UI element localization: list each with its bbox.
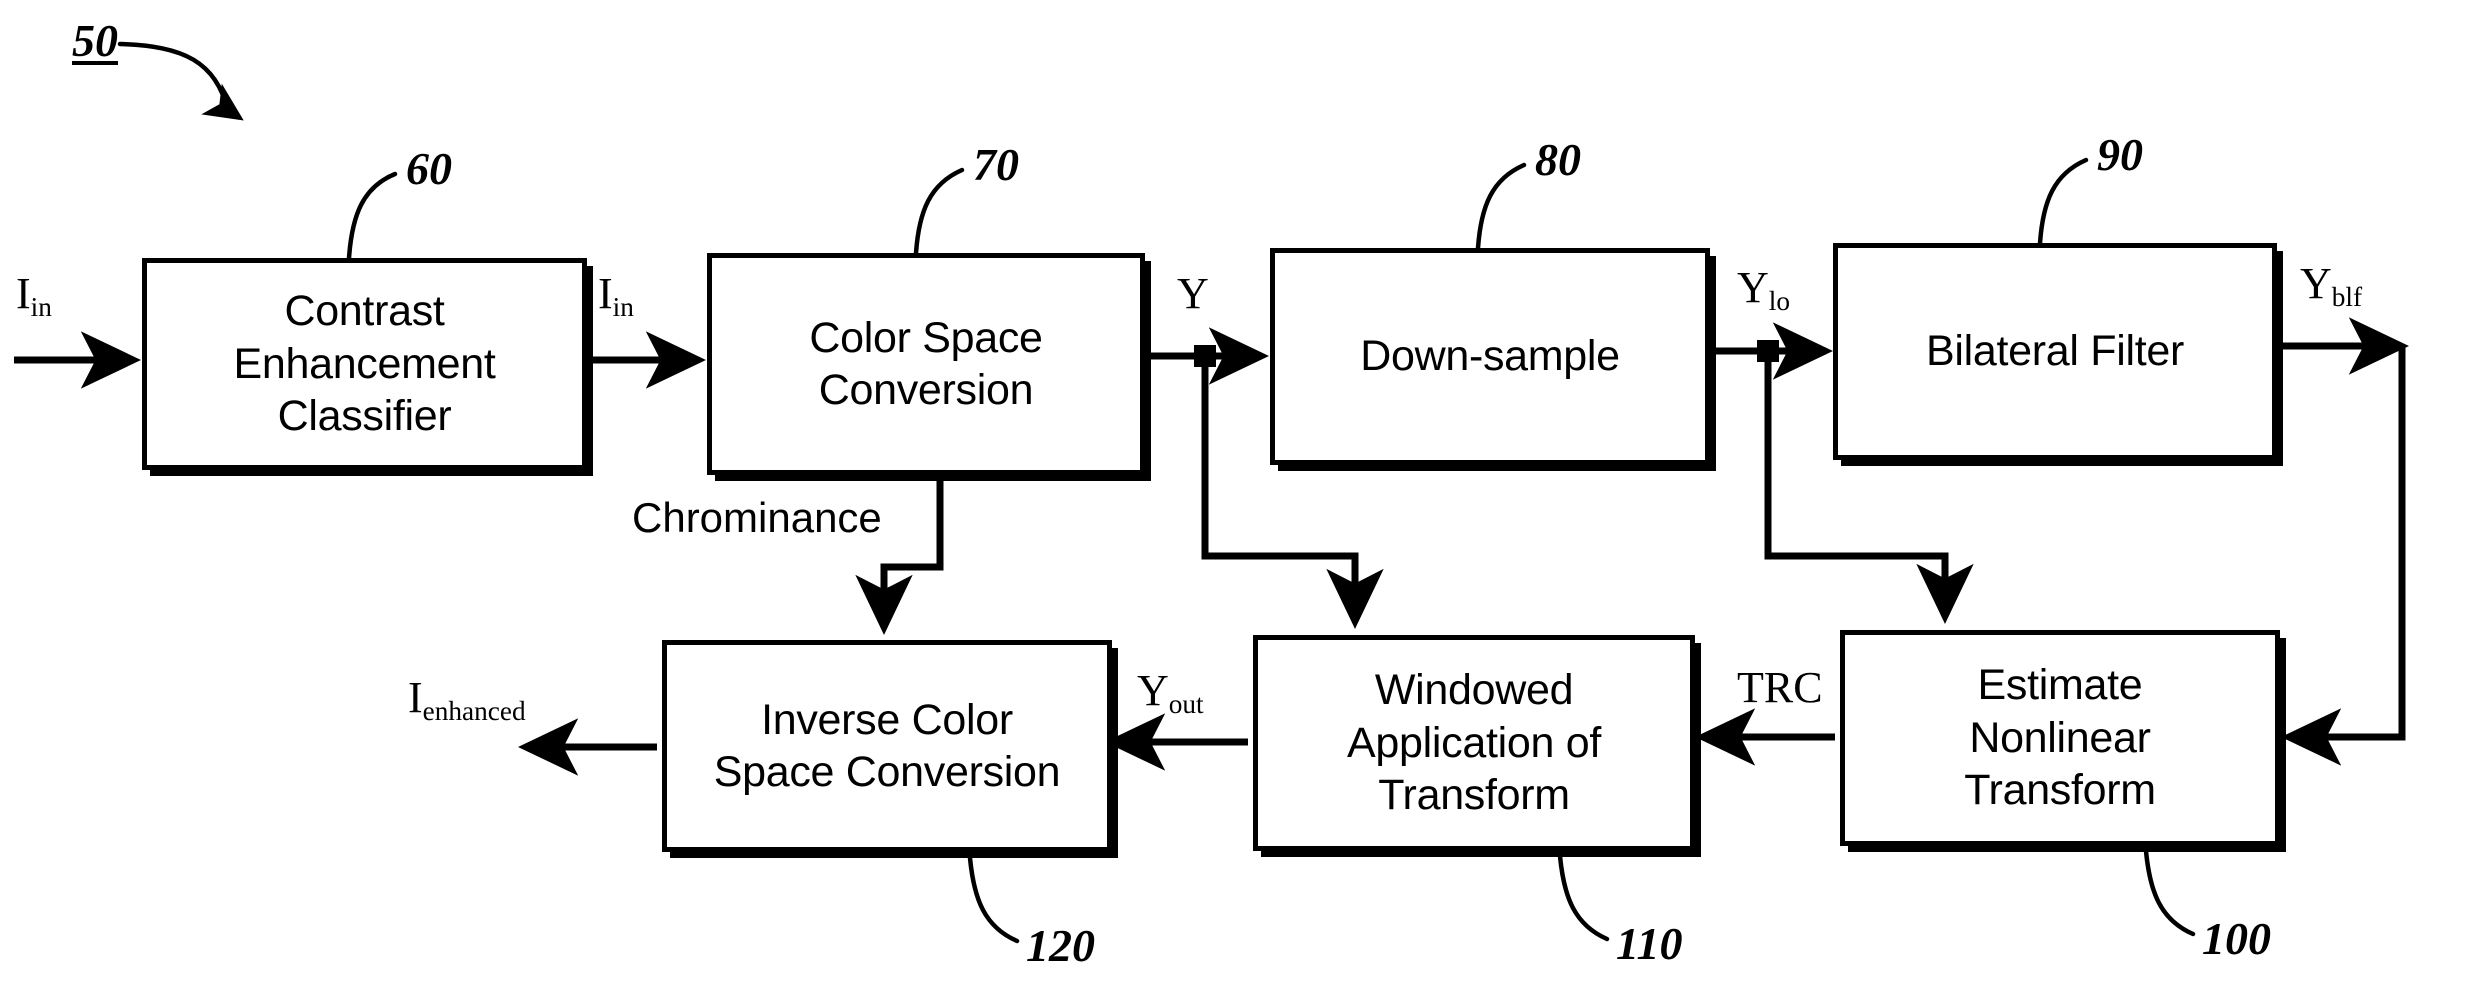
ref-numeral-100: 100 [2202, 913, 2271, 964]
signal-label-input-image: Iin [16, 268, 52, 322]
block-label-line: Estimate [1977, 661, 2143, 710]
signal-subscript: in [612, 291, 634, 322]
block-label-line: Application of [1347, 718, 1601, 767]
signal-base: I [598, 269, 613, 318]
block-label-line: Inverse Color [761, 695, 1013, 744]
block-label-line: Windowed [1374, 666, 1574, 715]
ref-numeral-80: 80 [1535, 134, 1581, 185]
signal-label-output-luminance: Yout [1137, 665, 1204, 719]
signal-subscript: in [30, 291, 52, 322]
block-label-line: Transform [1964, 766, 2156, 815]
block-color-space-conversion[interactable]: Color Space Conversion [707, 253, 1145, 475]
arrow-chrominance-to-inverse-color-space [855, 475, 944, 636]
figure-canvas: Contrast Enhancement Classifier Color Sp… [0, 0, 2481, 990]
leader-line-110 [1557, 853, 1610, 942]
block-label-line: Space Conversion [713, 748, 1061, 796]
signal-label-classified-image: Iin [598, 268, 634, 322]
signal-subscript: enhanced [422, 695, 526, 726]
ref-numeral-120: 120 [1026, 920, 1095, 971]
block-label-line: Bilateral Filter [1925, 327, 2185, 376]
block-label-line: Conversion [818, 366, 1034, 414]
signal-subscript: blf [2331, 281, 2363, 312]
block-inverse-color-space-conversion[interactable]: Inverse Color Space Conversion [662, 640, 1112, 852]
leader-line-50 [117, 41, 231, 113]
block-bilateral-filter[interactable]: Bilateral Filter [1833, 243, 2277, 460]
signal-subscript: lo [1768, 285, 1790, 316]
signal-label-enhanced-image: Ienhanced [408, 672, 526, 726]
block-label-line: Classifier [277, 392, 452, 441]
ref-numeral-figure-50: 50 [72, 15, 118, 66]
route-yblf-into-estimate-transform [2280, 346, 2406, 766]
block-down-sample[interactable]: Down-sample [1270, 248, 1710, 465]
ref-numeral-110: 110 [1616, 918, 1683, 969]
block-windowed-application-of-transform[interactable]: Windowed Application of Transform [1253, 635, 1695, 851]
block-label-line: Transform [1378, 771, 1570, 820]
ref-numeral-70: 70 [973, 139, 1019, 190]
block-label-line: Contrast [284, 287, 445, 336]
block-label-line: Down-sample [1360, 332, 1620, 381]
signal-base: Y [1737, 263, 1769, 312]
junction-dot-y [1194, 345, 1216, 367]
leader-line-60 [346, 171, 398, 261]
signal-base: I [408, 673, 423, 722]
junction-dot-ylo [1757, 340, 1779, 362]
leader-line-100 [2143, 848, 2196, 937]
signal-label-trc: TRC [1737, 663, 1823, 712]
block-label-line: Enhancement [233, 339, 496, 388]
signal-base: I [16, 269, 31, 318]
signal-base: Y [2300, 259, 2332, 308]
signal-subscript: out [1168, 688, 1204, 719]
leader-line-70 [913, 167, 965, 256]
leader-line-80 [1475, 162, 1527, 251]
block-label-line: Nonlinear [1969, 713, 2151, 762]
leader-line-90 [2037, 157, 2089, 246]
ref-numeral-60: 60 [406, 143, 452, 194]
signal-base: Y [1137, 666, 1169, 715]
ref-numeral-90: 90 [2097, 129, 2143, 180]
block-label-line: Color Space [809, 313, 1043, 362]
signal-label-low-res-luminance: Ylo [1737, 262, 1790, 316]
leader-line-120 [967, 855, 1020, 944]
signal-label-bilateral-filtered: Yblf [2300, 258, 2363, 312]
signal-label-chrominance: Chrominance [632, 494, 882, 542]
figure-leader-arrowhead [201, 83, 244, 121]
block-estimate-nonlinear-transform[interactable]: Estimate Nonlinear Transform [1840, 630, 2280, 846]
block-contrast-enhancement-classifier[interactable]: Contrast Enhancement Classifier [142, 258, 587, 470]
signal-label-luminance: Y [1177, 268, 1209, 319]
signal-base: Y [1177, 269, 1209, 318]
